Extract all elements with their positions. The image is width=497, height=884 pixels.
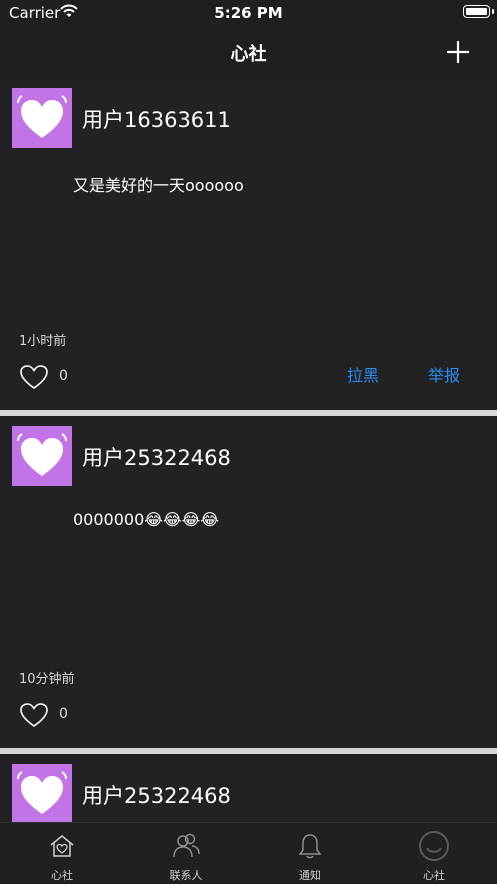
status-bar: Carrier 5:26 PM bbox=[0, 0, 497, 26]
heart-outline-icon[interactable] bbox=[19, 702, 49, 728]
contacts-icon bbox=[173, 833, 200, 858]
post-content: 0000000😂😂😂😂 bbox=[73, 510, 220, 529]
tab-label: 通知 bbox=[299, 869, 321, 882]
post-content: 又是美好的一天oooooo bbox=[73, 176, 244, 195]
tab-label: 心社 bbox=[423, 869, 445, 882]
tab-label: 联系人 bbox=[169, 869, 203, 882]
profile-circle-icon bbox=[419, 831, 449, 861]
user-avatar[interactable] bbox=[12, 764, 72, 822]
heart-outline-icon[interactable] bbox=[19, 364, 49, 390]
report-button[interactable]: 举报 bbox=[428, 362, 460, 386]
user-avatar[interactable] bbox=[12, 88, 72, 148]
user-avatar[interactable] bbox=[12, 426, 72, 486]
post-username[interactable]: 用户16363611 bbox=[82, 104, 231, 134]
tab-profile[interactable]: 心社 bbox=[372, 823, 496, 884]
bell-icon bbox=[298, 834, 322, 859]
add-post-button[interactable] bbox=[444, 38, 472, 66]
battery-icon bbox=[463, 5, 490, 18]
home-heart-icon bbox=[50, 835, 74, 857]
like-count: 0 bbox=[59, 368, 68, 384]
post-time: 10分钟前 bbox=[19, 672, 75, 687]
page-title: 心社 bbox=[230, 44, 267, 65]
tab-notifications[interactable]: 通知 bbox=[248, 823, 372, 884]
post-username[interactable]: 用户25322468 bbox=[82, 780, 231, 810]
heart-logo-icon bbox=[16, 771, 68, 814]
tab-home[interactable]: 心社 bbox=[0, 823, 124, 884]
post-feed[interactable]: 用户16363611 又是美好的一天oooooo 1小时前 0 拉黑 举报 用户… bbox=[0, 78, 497, 822]
tab-contacts[interactable]: 联系人 bbox=[124, 823, 248, 884]
post-card: 用户25322468 0000000😂😂😂😂 10分钟前 0 bbox=[0, 416, 497, 748]
tab-bar: 心社 联系人 通知 心社 bbox=[0, 822, 497, 884]
heart-logo-icon bbox=[16, 95, 68, 138]
heart-logo-icon bbox=[16, 433, 68, 476]
navigation-bar: 心社 bbox=[0, 26, 497, 78]
post-card: 用户25322468 bbox=[0, 754, 497, 822]
block-user-button[interactable]: 拉黑 bbox=[347, 362, 379, 386]
post-card: 用户16363611 又是美好的一天oooooo 1小时前 0 拉黑 举报 bbox=[0, 78, 497, 410]
like-count: 0 bbox=[59, 706, 68, 722]
post-username[interactable]: 用户25322468 bbox=[82, 442, 231, 472]
tab-label: 心社 bbox=[51, 869, 73, 882]
battery-tip bbox=[492, 9, 494, 14]
post-time: 1小时前 bbox=[19, 334, 67, 349]
status-time: 5:26 PM bbox=[214, 4, 283, 22]
